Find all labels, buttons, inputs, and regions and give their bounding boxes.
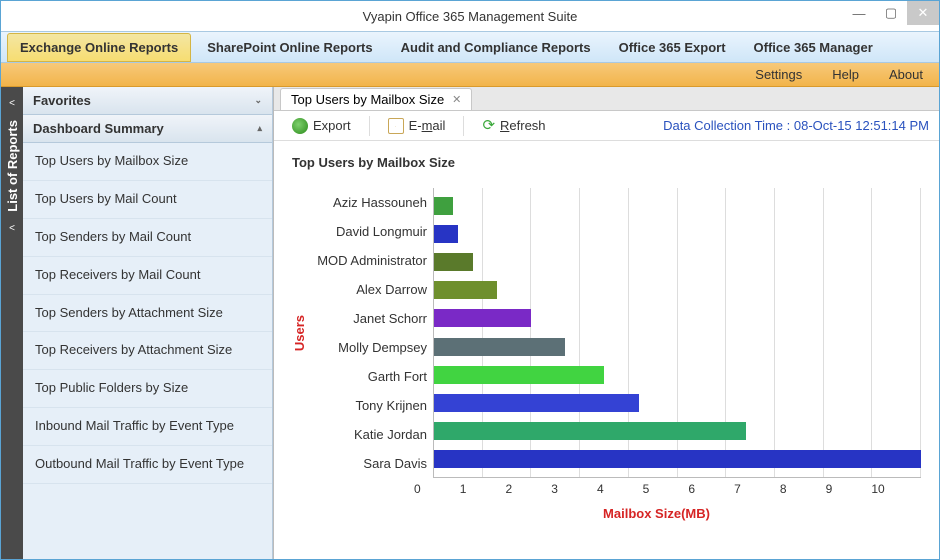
main-panel: Top Users by Mailbox Size ✕ Export E-mai…	[273, 87, 939, 559]
refresh-icon: ⟳	[482, 118, 495, 134]
close-button[interactable]: ✕	[907, 1, 939, 25]
rail-label: List of Reports	[5, 120, 20, 212]
sidebar-item[interactable]: Top Users by Mail Count	[23, 181, 272, 219]
body: < List of Reports < Favorites ⌄ Dashboar…	[1, 87, 939, 559]
favorites-label: Favorites	[33, 93, 91, 108]
category-label: Sara Davis	[313, 456, 427, 471]
chart-area: Top Users by Mailbox Size Users Aziz Has…	[274, 141, 939, 559]
sidebar-rail[interactable]: < List of Reports <	[1, 87, 23, 559]
x-tick: 10	[871, 482, 921, 496]
sidebar-heading-dashboard[interactable]: Dashboard Summary ▴	[23, 115, 272, 143]
bar	[434, 366, 604, 384]
bar	[434, 338, 565, 356]
sidebar-item[interactable]: Outbound Mail Traffic by Event Type	[23, 446, 272, 484]
category-label: Katie Jordan	[313, 427, 427, 442]
export-icon	[292, 118, 308, 134]
chevron-icon: ⌄	[254, 95, 262, 106]
x-axis-label: Mailbox Size(MB)	[392, 506, 921, 521]
menu-help[interactable]: Help	[832, 67, 859, 82]
tab-sharepoint-online-reports[interactable]: SharePoint Online Reports	[195, 34, 384, 61]
sidebar-item[interactable]: Top Senders by Mail Count	[23, 219, 272, 257]
category-label: Molly Dempsey	[313, 340, 427, 355]
x-tick: 1	[460, 482, 510, 496]
bar	[434, 422, 746, 440]
report-toolbar: Export E-mail ⟳ Refresh Data Collection …	[274, 111, 939, 141]
sidebar-item[interactable]: Top Public Folders by Size	[23, 370, 272, 408]
sidebar-item[interactable]: Inbound Mail Traffic by Event Type	[23, 408, 272, 446]
email-icon	[388, 118, 404, 134]
x-tick: 8	[780, 482, 830, 496]
category-label: Tony Krijnen	[313, 398, 427, 413]
menu-settings[interactable]: Settings	[755, 67, 802, 82]
tab-office-365-export[interactable]: Office 365 Export	[607, 34, 738, 61]
sidebar-item[interactable]: Top Users by Mailbox Size	[23, 143, 272, 181]
tab-office-365-manager[interactable]: Office 365 Manager	[742, 34, 885, 61]
category-label: MOD Administrator	[313, 253, 427, 268]
bar	[434, 281, 497, 299]
x-tick: 7	[734, 482, 784, 496]
bar	[434, 225, 458, 243]
sidebar-heading-favorites[interactable]: Favorites ⌄	[23, 87, 272, 115]
x-tick: 2	[505, 482, 555, 496]
tab-audit-and-compliance-reports[interactable]: Audit and Compliance Reports	[389, 34, 603, 61]
report-tab[interactable]: Top Users by Mailbox Size ✕	[280, 88, 472, 110]
x-tick: 4	[597, 482, 647, 496]
email-label: E-mail	[409, 118, 446, 133]
window-title: Vyapin Office 365 Management Suite	[363, 9, 578, 24]
category-label: Aziz Hassouneh	[313, 195, 427, 210]
y-axis-label: Users	[292, 315, 307, 351]
bar	[434, 450, 921, 468]
caret-up-icon: ▴	[257, 123, 262, 134]
dashboard-label: Dashboard Summary	[33, 121, 164, 136]
x-tick: 6	[688, 482, 738, 496]
chart-title: Top Users by Mailbox Size	[292, 155, 921, 170]
report-tab-bar: Top Users by Mailbox Size ✕	[274, 87, 939, 111]
x-tick: 9	[826, 482, 876, 496]
export-label: Export	[313, 118, 351, 133]
x-tick: 3	[551, 482, 601, 496]
maximize-button[interactable]: ▢	[875, 1, 907, 25]
separator	[369, 116, 370, 136]
export-button[interactable]: Export	[284, 115, 359, 137]
bar	[434, 309, 531, 327]
menu-bar: Settings Help About	[1, 63, 939, 87]
x-axis-ticks: 012345678910	[418, 482, 921, 496]
chevron-up-icon: <	[9, 98, 15, 109]
category-label: Alex Darrow	[313, 282, 427, 297]
email-button[interactable]: E-mail	[380, 115, 454, 137]
tab-exchange-online-reports[interactable]: Exchange Online Reports	[7, 33, 191, 62]
refresh-button[interactable]: ⟳ Refresh	[474, 115, 553, 137]
sidebar-item[interactable]: Top Senders by Attachment Size	[23, 295, 272, 333]
bar	[434, 253, 473, 271]
sidebar: Favorites ⌄ Dashboard Summary ▴ Top User…	[23, 87, 273, 559]
category-label: Janet Schorr	[313, 311, 427, 326]
timestamp: Data Collection Time : 08-Oct-15 12:51:1…	[663, 118, 929, 133]
x-tick: 5	[643, 482, 693, 496]
refresh-label: Refresh	[500, 118, 546, 133]
sidebar-item[interactable]: Top Receivers by Attachment Size	[23, 332, 272, 370]
titlebar: Vyapin Office 365 Management Suite — ▢ ✕	[1, 1, 939, 31]
close-tab-icon[interactable]: ✕	[452, 93, 461, 106]
menu-about[interactable]: About	[889, 67, 923, 82]
chart: Users Aziz Hassouneh David Longmuir MOD Ad…	[292, 188, 921, 478]
app-window: Vyapin Office 365 Management Suite — ▢ ✕…	[0, 0, 940, 560]
bar	[434, 394, 639, 412]
main-tabs: Exchange Online ReportsSharePoint Online…	[1, 31, 939, 63]
plot-area	[433, 188, 921, 478]
category-label: Garth Fort	[313, 369, 427, 384]
x-tick: 0	[414, 482, 464, 496]
window-buttons: — ▢ ✕	[843, 1, 939, 25]
category-label: David Longmuir	[313, 224, 427, 239]
minimize-button[interactable]: —	[843, 1, 875, 25]
separator	[463, 116, 464, 136]
sidebar-item[interactable]: Top Receivers by Mail Count	[23, 257, 272, 295]
chevron-down-icon: <	[9, 223, 15, 234]
bar	[434, 197, 453, 215]
report-tab-label: Top Users by Mailbox Size	[291, 92, 444, 107]
y-axis-categories: Aziz Hassouneh David Longmuir MOD Administ…	[313, 188, 433, 478]
